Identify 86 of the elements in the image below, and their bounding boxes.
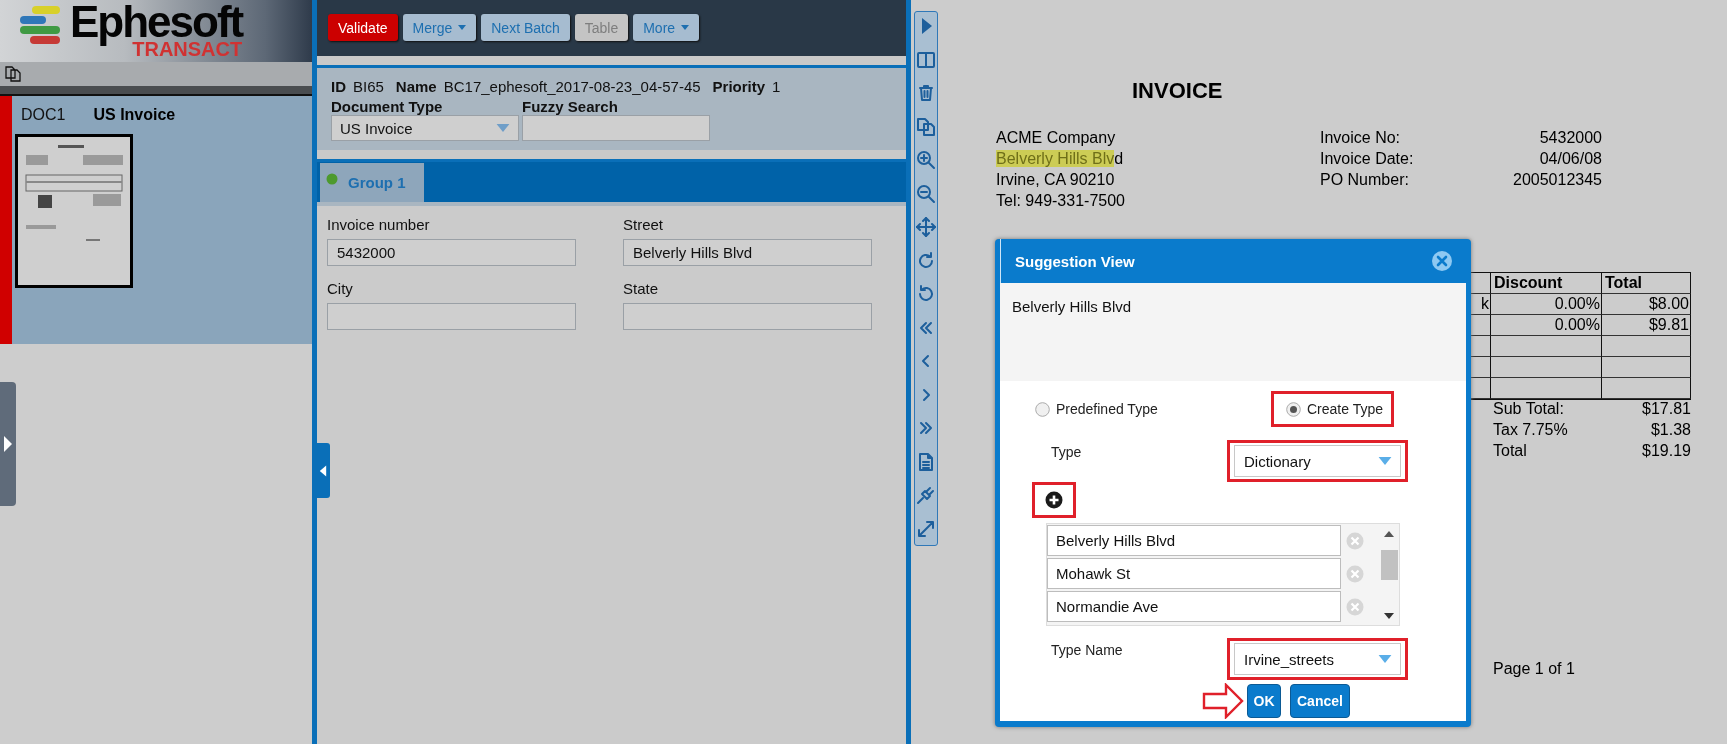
status-dot-icon — [326, 173, 338, 185]
entry-field[interactable]: Belverly Hills Blvd — [1047, 525, 1341, 556]
table-cell: 0.00% — [1491, 315, 1602, 336]
radio-icon — [1286, 401, 1301, 417]
total-label: Sub Total: — [1493, 399, 1565, 419]
batch-priority: 1 — [772, 78, 781, 95]
dialog-button[interactable]: OK — [1247, 684, 1281, 718]
total-label: Tax 7.75% — [1493, 420, 1569, 440]
expand-handle[interactable] — [0, 382, 16, 506]
input-field[interactable]: Belverly Hills Blvd — [623, 239, 872, 266]
priority-label: Priority — [712, 78, 766, 95]
caret-icon — [458, 25, 467, 30]
total-label: Total — [1493, 441, 1528, 461]
copy-icon[interactable] — [4, 65, 22, 83]
entry-field[interactable]: Mohawk St — [1047, 558, 1341, 589]
scroll-up-icon[interactable] — [1384, 531, 1394, 537]
column-header: Total — [1602, 273, 1691, 294]
copy-icon[interactable] — [916, 116, 936, 137]
move-icon[interactable] — [916, 217, 936, 238]
field-label: State — [623, 280, 660, 297]
table-cell: 0.00% — [1491, 294, 1602, 315]
fuzzy-search-field[interactable] — [522, 115, 710, 141]
input-field[interactable]: 5432000 — [327, 239, 576, 266]
document-type: US Invoice — [93, 106, 176, 124]
table-cell: $9.81 — [1602, 315, 1691, 336]
caret-icon — [1378, 655, 1392, 663]
address-line: Irvine, CA 90210 — [996, 170, 1116, 190]
meta-label: Invoice No: — [1320, 128, 1402, 148]
page-number: Page 1 of 1 — [1493, 660, 1575, 678]
scrollbar-thumb[interactable] — [1380, 550, 1398, 580]
radio-option[interactable]: Predefined Type — [1032, 390, 1179, 428]
caret-icon — [1378, 457, 1392, 465]
fuzzy-search-label: Fuzzy Search — [522, 98, 619, 115]
name-label: Name — [395, 78, 437, 95]
caret-icon — [496, 124, 510, 132]
radio-option[interactable]: Create Type — [1271, 391, 1394, 427]
table-cell: $8.00 — [1602, 294, 1691, 315]
total-value: $17.81 — [1641, 399, 1691, 419]
rotate-right-icon[interactable] — [916, 250, 936, 271]
address-line: Belverly Hills Blvd — [996, 149, 1125, 169]
input-field[interactable] — [327, 303, 576, 330]
entry-field[interactable]: Normandie Ave — [1047, 591, 1341, 622]
field-label: Street — [623, 216, 665, 233]
split-view-icon[interactable] — [916, 49, 936, 70]
meta-value: 5432000 — [1538, 128, 1602, 148]
meta-label: PO Number: — [1320, 170, 1410, 190]
total-value: $19.19 — [1641, 441, 1691, 461]
meta-value: 04/06/08 — [1538, 149, 1602, 169]
field-label: Type — [1051, 444, 1082, 460]
plug-icon[interactable] — [916, 485, 936, 506]
suggestion-text: Belverly Hills Blvd — [1012, 298, 1133, 315]
batch-name: BC17_ephesoft_2017-08-23_04-57-45 — [443, 78, 701, 95]
field-label: Invoice number — [327, 216, 431, 233]
document-card[interactable]: DOC1 US Invoice — [0, 96, 312, 344]
zoom-in-icon[interactable] — [916, 150, 936, 171]
dropdown[interactable]: Irvine_streets — [1234, 643, 1401, 675]
meta-label: Invoice Date: — [1320, 149, 1415, 169]
id-label: ID — [331, 78, 346, 95]
document-id: DOC1 — [21, 106, 66, 124]
dialog-button[interactable]: Cancel — [1290, 684, 1350, 718]
batch-id: BI65 — [353, 78, 384, 95]
document-icon[interactable] — [916, 451, 936, 472]
add-icon[interactable] — [1045, 491, 1063, 509]
total-value: $1.38 — [1649, 420, 1691, 440]
trash-icon[interactable] — [916, 83, 936, 104]
expand-icon[interactable] — [916, 518, 936, 539]
radio-icon — [1035, 401, 1050, 417]
field-label: City — [327, 280, 354, 297]
meta-value: 2005012345 — [1512, 170, 1602, 190]
caret-icon — [681, 25, 690, 30]
invoice-title: INVOICE — [1132, 78, 1223, 104]
scroll-down-icon[interactable] — [1384, 613, 1394, 619]
input-field[interactable] — [623, 303, 872, 330]
address-line: ACME Company — [996, 128, 1117, 148]
field-label: Type Name — [1051, 642, 1123, 658]
toolbar-button[interactable]: Validate — [328, 14, 398, 41]
address-line: Tel: 949-331-7500 — [996, 191, 1125, 211]
document-type-label: Document Type — [331, 98, 444, 115]
logo-icon — [18, 5, 62, 45]
document-type-dropdown[interactable]: US Invoice — [331, 115, 519, 141]
dropdown[interactable]: Dictionary — [1234, 445, 1401, 477]
zoom-out-icon[interactable] — [916, 183, 936, 204]
dialog-title: Suggestion View — [1015, 252, 1135, 270]
collapse-handle[interactable] — [316, 443, 330, 498]
close-icon[interactable] — [1431, 250, 1453, 272]
column-header: Discount — [1491, 273, 1602, 294]
